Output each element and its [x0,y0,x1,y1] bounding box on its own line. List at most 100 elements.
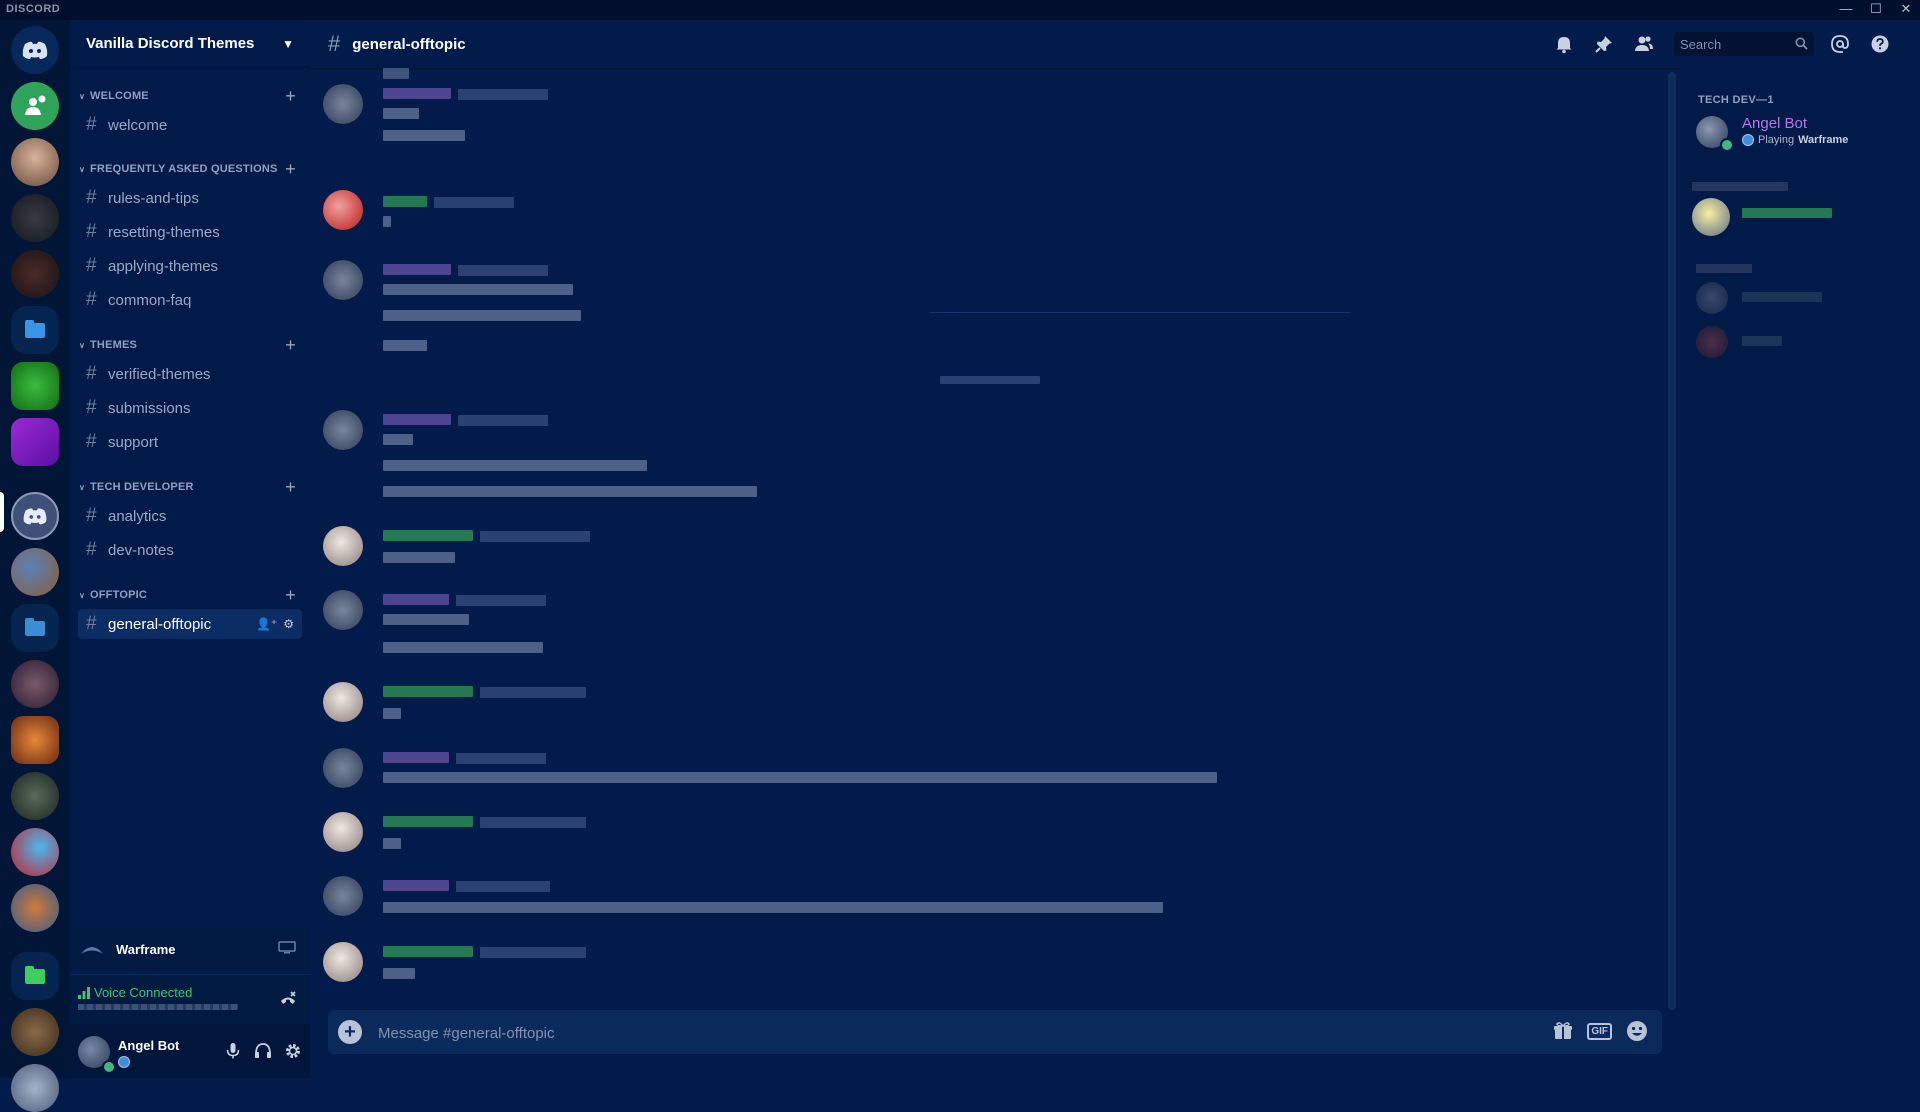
channel-common-faq[interactable]: # common-faq [78,285,302,315]
voice-status[interactable]: Voice Connected [78,985,192,1000]
avatar[interactable] [323,190,363,230]
channel-support[interactable]: # support [78,427,302,457]
category-faq[interactable]: ∨ FREQUENTLY ASKED QUESTIONS + [70,159,310,179]
members-icon[interactable] [1634,34,1654,54]
member-name[interactable]: Angel Bot [1742,115,1807,132]
message-composer: + GIF [328,1010,1662,1054]
add-friend-button[interactable] [11,82,59,130]
member-avatar[interactable] [1696,326,1728,358]
avatar[interactable] [323,812,363,852]
mic-icon[interactable] [224,1042,242,1060]
caret-down-icon: ∨ [78,482,86,492]
message-input[interactable] [376,1020,1480,1046]
redacted-member-name [1742,208,1832,218]
server-folder[interactable] [11,604,59,652]
redacted-username [383,594,449,605]
server-icon[interactable] [11,716,59,764]
avatar[interactable] [323,526,363,566]
maximize-button[interactable]: ☐ [1868,1,1884,17]
server-icon[interactable] [11,660,59,708]
gif-button[interactable]: GIF [1587,1022,1612,1040]
custom-status-icon [118,1056,130,1068]
server-icon[interactable] [11,194,59,242]
redacted-timestamp [456,753,546,764]
member-avatar[interactable] [1692,198,1730,236]
server-icon[interactable] [11,418,59,466]
bell-icon[interactable] [1554,34,1574,54]
server-header[interactable]: Vanilla Discord Themes ▼ [70,20,310,68]
search-icon [1795,37,1808,50]
category-welcome[interactable]: ∨ WELCOME + [70,86,310,106]
redacted-text [383,434,413,445]
avatar[interactable] [323,876,363,916]
discord-logo-icon [23,508,47,525]
server-icon-vanilla-discord-themes[interactable] [11,492,59,540]
server-folder[interactable] [11,952,59,1000]
at-mention-icon[interactable] [1830,34,1850,54]
search-input[interactable] [1674,32,1794,56]
avatar[interactable] [323,410,363,450]
redacted-username [383,946,473,957]
folder-icon [25,319,45,338]
channel-analytics[interactable]: # analytics [78,501,302,531]
plus-icon[interactable]: + [285,477,296,497]
screen-share-icon[interactable] [278,941,296,954]
redacted-timestamp [458,265,548,276]
scrollbar-thumb[interactable] [1668,72,1676,1010]
server-icon[interactable] [11,362,59,410]
avatar[interactable] [323,748,363,788]
channel-rules-and-tips[interactable]: # rules-and-tips [78,183,302,213]
plus-icon[interactable]: + [285,335,296,355]
channel-submissions[interactable]: # submissions [78,393,302,423]
category-themes[interactable]: ∨ THEMES + [70,335,310,355]
server-icon[interactable] [11,138,59,186]
attach-plus-button[interactable]: + [338,1020,362,1044]
channel-general-offtopic[interactable]: # general-offtopic 👤⁺ ⚙ [78,609,302,639]
headphones-icon[interactable] [254,1042,272,1060]
close-button[interactable]: ✕ [1898,1,1914,17]
gift-icon[interactable] [1553,1021,1573,1041]
home-button[interactable] [11,26,59,74]
redacted-text [383,902,1163,913]
channel-resetting-themes[interactable]: # resetting-themes [78,217,302,247]
member-avatar[interactable] [1696,282,1728,314]
plus-icon[interactable]: + [285,585,296,605]
avatar[interactable] [323,590,363,630]
redacted-role-header [1692,182,1788,191]
plus-icon[interactable]: + [285,159,296,179]
category-offtopic[interactable]: ∨ OFFTOPIC + [70,585,310,605]
channel-applying-themes[interactable]: # applying-themes [78,251,302,281]
server-icon[interactable] [11,1008,59,1056]
server-icon[interactable] [11,828,59,876]
avatar[interactable] [323,84,363,124]
server-icon[interactable] [11,884,59,932]
plus-icon[interactable]: + [285,86,296,106]
server-icon[interactable] [11,1064,59,1112]
app-brand: DISCORD [6,3,61,15]
server-icon[interactable] [11,548,59,596]
emoji-icon[interactable] [1626,1020,1648,1042]
avatar[interactable] [323,942,363,982]
search-box[interactable] [1674,32,1814,56]
avatar[interactable] [323,682,363,722]
avatar[interactable] [323,260,363,300]
channel-verified-themes[interactable]: # verified-themes [78,359,302,389]
category-tech-developer[interactable]: ∨ TECH DEVELOPER + [70,477,310,497]
message-scrollbar[interactable] [1668,72,1676,1010]
caret-down-icon: ∨ [78,164,86,174]
gear-icon[interactable]: ⚙ [283,617,294,631]
channel-welcome[interactable]: # welcome [78,110,302,140]
redacted-date-divider [940,376,1040,384]
channel-dev-notes[interactable]: # dev-notes [78,535,302,565]
gear-icon[interactable] [284,1042,302,1060]
server-icon[interactable] [11,250,59,298]
invite-icon[interactable]: 👤⁺ [256,617,277,631]
online-status-indicator [102,1060,116,1074]
server-icon[interactable] [11,772,59,820]
help-icon[interactable] [1870,34,1890,54]
folder-icon [25,617,45,636]
disconnect-icon[interactable] [278,989,298,1009]
pin-icon[interactable] [1594,34,1614,54]
minimize-button[interactable]: — [1838,1,1854,17]
server-folder[interactable] [11,306,59,354]
